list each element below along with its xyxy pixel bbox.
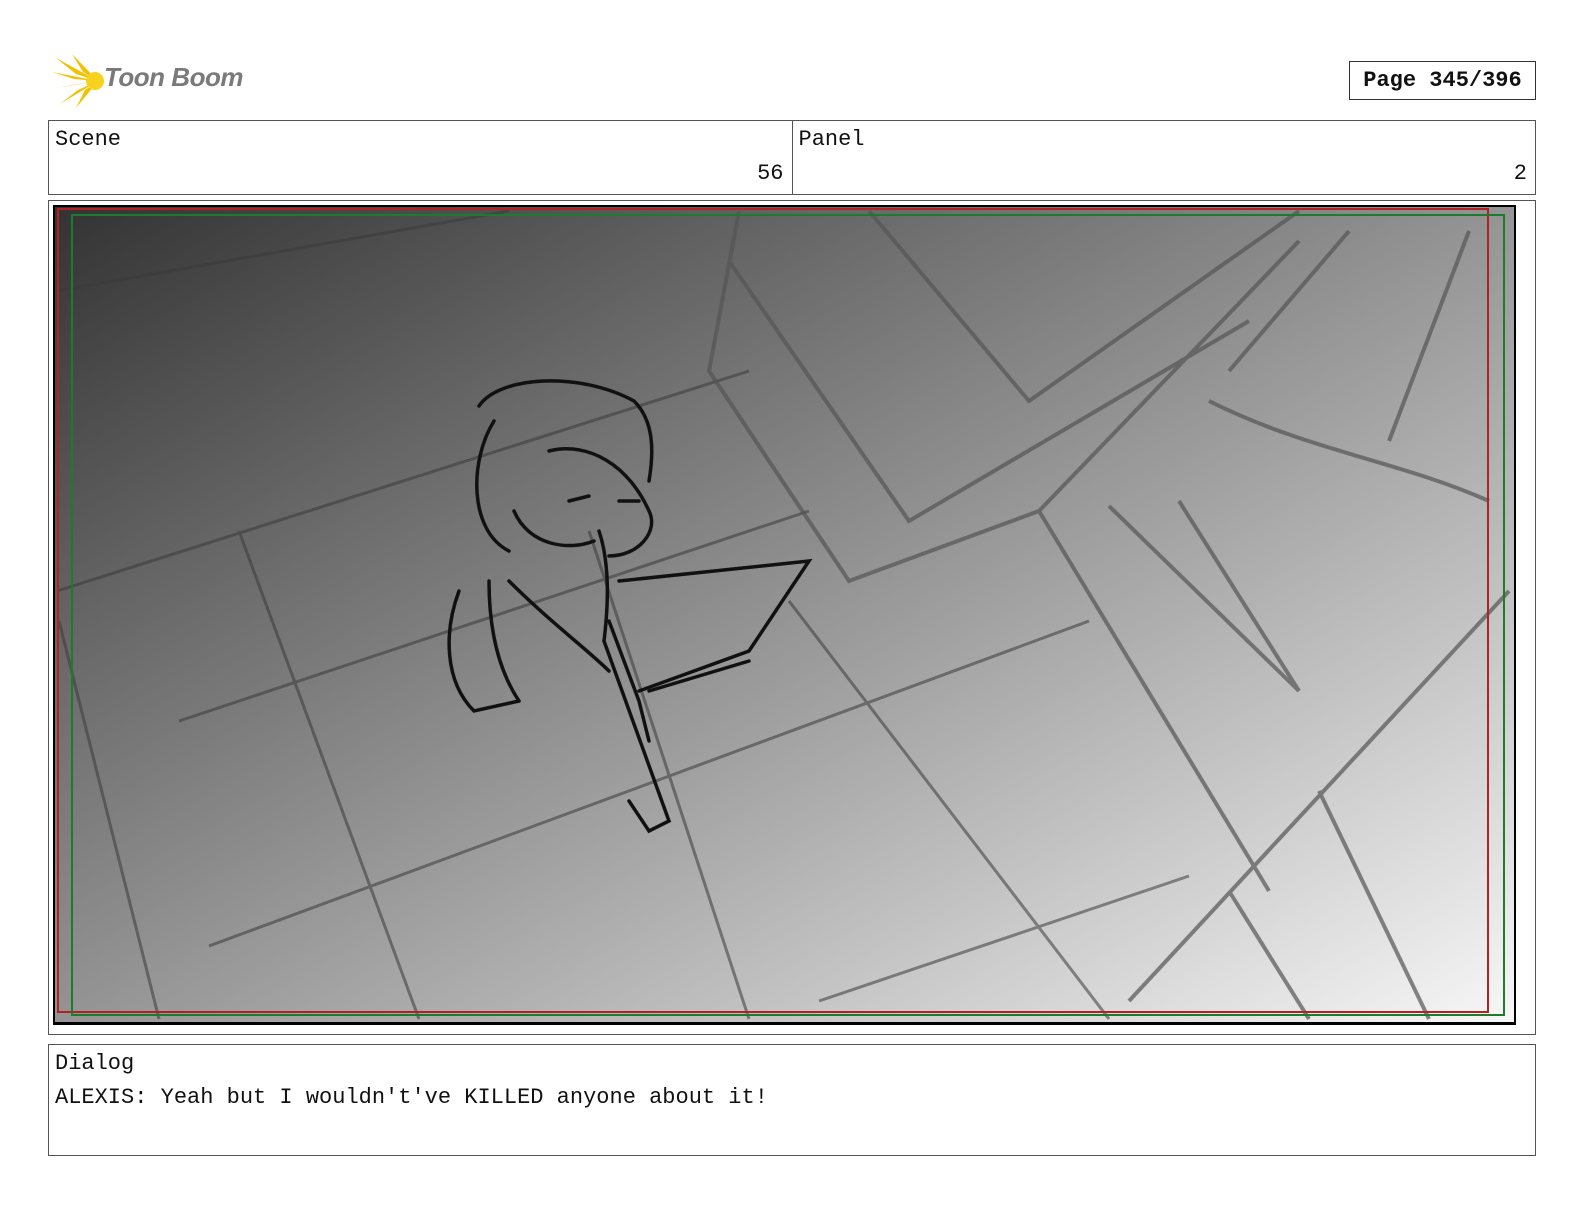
page-number: Page 345/396 <box>1349 61 1536 100</box>
dialog-text: ALEXIS: Yeah but I wouldn't've KILLED an… <box>55 1085 768 1110</box>
panel-label: Panel <box>798 127 865 152</box>
panel-value: 2 <box>1513 161 1527 186</box>
logo-wordmark: Toon Boom <box>104 62 243 92</box>
storyboard-panel-frame <box>48 200 1536 1035</box>
scene-panel-row: Scene 56 Panel 2 <box>48 120 1536 195</box>
scene-value: 56 <box>757 161 784 186</box>
dialog-label: Dialog <box>55 1051 135 1076</box>
scene-cell: Scene 56 <box>49 121 792 194</box>
storyboard-sketch-image <box>53 205 1516 1025</box>
scene-label: Scene <box>55 127 122 152</box>
panel-cell: Panel 2 <box>791 121 1536 194</box>
dialog-box: Dialog ALEXIS: Yeah but I wouldn't've KI… <box>48 1044 1536 1156</box>
